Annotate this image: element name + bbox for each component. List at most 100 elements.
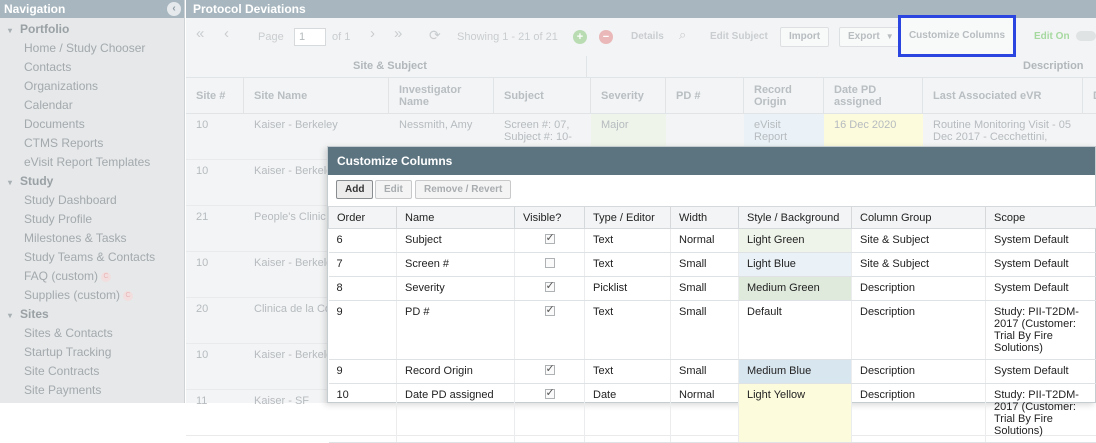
dialog-column-header[interactable]: Style / Background (739, 207, 852, 229)
column-header[interactable]: Date PD assigned (824, 78, 923, 114)
expand-triangle-icon: ▾ (8, 21, 20, 40)
nav-item-label: Calendar (24, 98, 73, 112)
remove-revert-button[interactable]: Remove / Revert (415, 180, 511, 199)
group-cell: Description (852, 360, 986, 384)
name-cell: Record Origin (397, 360, 515, 384)
expand-triangle-icon: ▾ (8, 173, 20, 192)
nav-item[interactable]: Study Teams & Contacts (0, 248, 184, 267)
visible-checkbox[interactable] (545, 306, 555, 316)
table-cell: 10 (186, 160, 244, 205)
nav-section-label: Portfolio (20, 22, 69, 36)
nav-item[interactable]: Home / Study Chooser (0, 39, 184, 58)
column-header[interactable]: Site # (186, 78, 244, 114)
nav-item[interactable]: Startup Tracking (0, 343, 184, 362)
visible-cell (515, 253, 585, 277)
customize-columns-button[interactable]: Customize Columns (898, 15, 1016, 57)
width-cell: Normal (671, 229, 739, 253)
refresh-icon[interactable]: ⟳ (429, 26, 441, 44)
nav-item[interactable]: Study Dashboard (0, 191, 184, 210)
chevron-down-icon: ▼ (886, 28, 894, 46)
first-page-icon[interactable]: « (196, 25, 204, 43)
nav-item[interactable]: Milestones & Tasks (0, 229, 184, 248)
nav-section-label: Sites (20, 307, 49, 321)
page-count: of 1 (332, 28, 350, 46)
column-header[interactable]: Severity (591, 78, 666, 114)
visible-cell (515, 384, 585, 443)
details-button[interactable]: Details (631, 28, 664, 46)
style-cell: Light Yellow (739, 384, 852, 443)
prev-page-icon[interactable]: ‹ (224, 25, 229, 43)
nav-item[interactable]: Organizations (0, 77, 184, 96)
column-header[interactable]: Record Origin (744, 78, 824, 114)
dialog-column-header[interactable]: Scope (986, 207, 1096, 229)
search-icon[interactable]: ⌕ (679, 26, 686, 44)
dialog-column-header[interactable]: Visible? (515, 207, 585, 229)
nav-item[interactable]: Contacts (0, 58, 184, 77)
nav-item-label: Site Contracts (24, 364, 99, 378)
visible-checkbox[interactable] (545, 234, 555, 244)
visible-checkbox[interactable] (545, 258, 555, 268)
dialog-column-header[interactable]: Type / Editor (585, 207, 671, 229)
width-cell: Small (671, 253, 739, 277)
scope-cell: System Default (986, 277, 1096, 301)
visible-checkbox[interactable] (545, 389, 555, 399)
visible-checkbox[interactable] (545, 282, 555, 292)
column-config-row[interactable]: 10Date PD assignedDateNormalLight Yellow… (329, 384, 1096, 443)
add-button[interactable]: Add (336, 180, 373, 199)
edit-button[interactable]: Edit (375, 180, 412, 199)
edit-toggle[interactable] (1076, 31, 1096, 41)
column-header[interactable]: Subject (494, 78, 591, 114)
next-page-icon[interactable]: › (370, 25, 375, 43)
width-cell: Small (671, 277, 739, 301)
table-cell: 11 (186, 390, 244, 435)
visible-checkbox[interactable] (545, 365, 555, 375)
page-number-input[interactable]: 1 (294, 28, 326, 46)
nav-item[interactable]: Calendar (0, 96, 184, 115)
width-cell: Normal (671, 384, 739, 443)
nav-item-label: Site Payments (24, 383, 101, 397)
delete-record-icon[interactable]: − (599, 30, 613, 44)
nav-item[interactable]: Study Profile (0, 210, 184, 229)
nav-section[interactable]: ▾Portfolio (0, 20, 184, 39)
column-header[interactable]: Last Associated eVR (923, 78, 1083, 114)
nav-section[interactable]: ▾Sites (0, 305, 184, 324)
dialog-column-header[interactable]: Name (397, 207, 515, 229)
export-button[interactable]: Export▼ (839, 27, 901, 47)
collapse-sidebar-icon[interactable]: ‹ (167, 2, 181, 16)
nav-item[interactable]: eVisit Report Templates (0, 153, 184, 172)
nav-item[interactable]: Documents (0, 115, 184, 134)
style-cell: Light Green (739, 229, 852, 253)
column-config-row[interactable]: 9PD #TextSmallDefaultDescriptionStudy: P… (329, 301, 1096, 360)
dialog-column-header[interactable]: Column Group (852, 207, 986, 229)
nav-item[interactable]: Site Payments (0, 381, 184, 400)
import-button[interactable]: Import (780, 27, 829, 47)
name-cell: Subject (397, 229, 515, 253)
edit-subject-button[interactable]: Edit Subject (710, 28, 768, 46)
add-record-icon[interactable]: + (573, 30, 587, 44)
column-header[interactable]: D (1083, 78, 1096, 114)
nav-item[interactable]: Site Contracts (0, 362, 184, 381)
column-config-row[interactable]: 9Record OriginTextSmallMedium BlueDescri… (329, 360, 1096, 384)
nav-item[interactable]: CTMS Reports (0, 134, 184, 153)
nav-item-label: Milestones & Tasks (24, 231, 127, 245)
column-config-row[interactable]: 7Screen #TextSmallLight BlueSite & Subje… (329, 253, 1096, 277)
nav-item[interactable]: FAQ (custom)C (0, 267, 184, 286)
last-page-icon[interactable]: » (394, 25, 402, 43)
dialog-column-header[interactable]: Width (671, 207, 739, 229)
table-cell: 10 (186, 344, 244, 389)
nav-item[interactable]: Sites & Contacts (0, 324, 184, 343)
dialog-column-header[interactable]: Order (329, 207, 397, 229)
style-cell: Medium Green (739, 277, 852, 301)
column-config-row[interactable]: 6SubjectTextNormalLight GreenSite & Subj… (329, 229, 1096, 253)
group-cell: Description (852, 301, 986, 360)
visible-cell (515, 277, 585, 301)
scope-cell: System Default (986, 253, 1096, 277)
column-config-row[interactable]: 8SeverityPicklistSmallMedium GreenDescri… (329, 277, 1096, 301)
group-divider (586, 56, 587, 78)
nav-item[interactable]: Supplies (custom)C (0, 286, 184, 305)
group-description: Description (1023, 60, 1084, 72)
nav-section[interactable]: ▾Study (0, 172, 184, 191)
column-header[interactable]: Investigator Name (389, 78, 494, 114)
column-header[interactable]: Site Name (244, 78, 389, 114)
column-header[interactable]: PD # (666, 78, 744, 114)
